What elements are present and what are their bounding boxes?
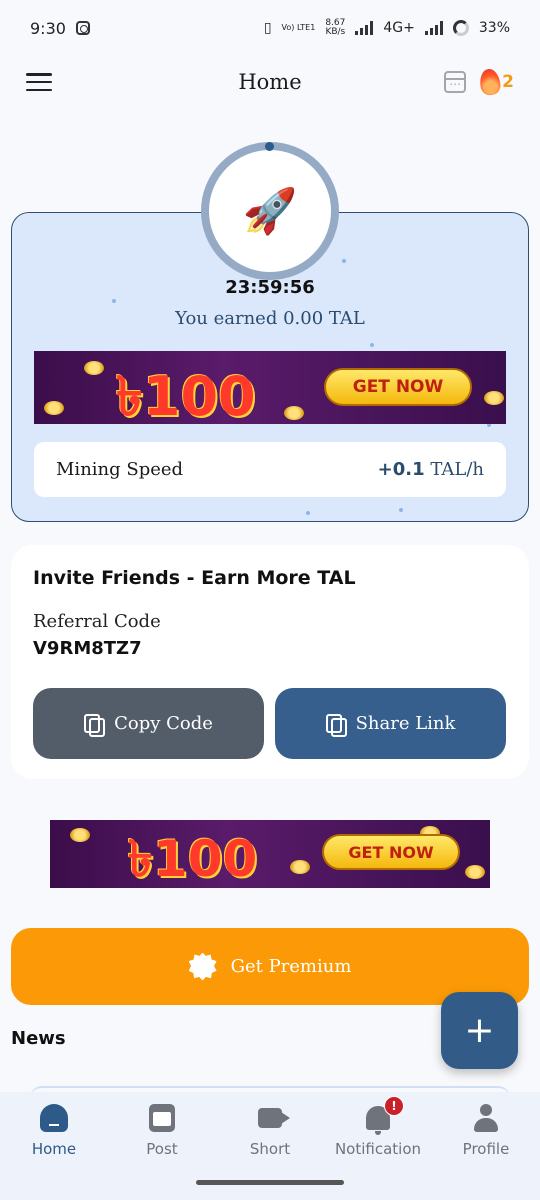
timer-progress-dot [265,142,274,151]
header-actions: 2 [444,67,514,97]
mining-speed-number: +0.1 [377,459,425,480]
plus-icon: + [464,1010,495,1051]
share-link-label: Share Link [355,713,456,734]
nav-icon-wrap [40,1102,68,1134]
ad-banner-bottom[interactable]: ৳100 GET NOW [50,820,490,888]
mining-speed-label: Mining Speed [56,459,184,480]
referral-label: Referral Code [33,611,161,632]
status-time: 9:30 [30,18,66,38]
ad-cta-button[interactable]: GET NOW [322,834,460,870]
invite-title: Invite Friends - Earn More TAL [33,567,356,589]
video-icon [258,1108,290,1128]
status-right: ▯ Vo) LTE1 8.67 KB/s 4G+ 33% [264,19,510,37]
signal-icon-2 [424,21,443,35]
coin-icon [290,860,310,874]
ad-amount: ৳100 [116,365,256,424]
copy-icon [325,713,347,737]
coin-icon [465,865,485,879]
calendar-icon[interactable] [444,71,467,93]
nav-icon-wrap: ! [366,1096,404,1135]
get-premium-label: Get Premium [230,956,352,977]
decor-dot [370,343,374,347]
earned-text: You earned 0.00 TAL [175,308,365,329]
vibrate-icon: ▯ [263,20,272,36]
notification-badge: ! [384,1096,404,1116]
home-indicator[interactable] [196,1180,344,1185]
post-icon [149,1104,175,1132]
ad-amount: ৳100 [128,830,258,888]
nav-icon-wrap [473,1102,499,1134]
network-speed-unit: KB/s [325,27,346,37]
instagram-icon [75,21,90,35]
coin-icon [484,391,504,405]
news-title: News [11,1028,66,1049]
premium-badge-icon [188,952,217,981]
menu-icon[interactable] [26,73,52,91]
mining-speed-unit: TAL/h [430,459,484,480]
copy-code-button[interactable]: Copy Code [33,688,264,759]
decor-dot [342,259,346,263]
network-speed: 8.67 KB/s [325,19,345,37]
invite-card: Invite Friends - Earn More TAL Referral … [11,545,529,779]
coin-icon [44,401,64,415]
coin-icon [284,406,304,420]
mining-speed-value: +0.1 TAL/h [378,459,484,480]
streak-count: 2 [502,72,514,92]
nav-item-home[interactable]: Home [0,1092,108,1200]
copy-icon [84,713,106,737]
profile-icon [473,1104,499,1132]
status-bar: 9:30 ▯ Vo) LTE1 8.67 KB/s 4G+ 33% [0,0,540,56]
nav-label-home: Home [31,1140,77,1158]
decor-dot [306,511,310,515]
volte-tag: Vo) LTE1 [281,23,316,32]
ad-banner-top[interactable]: ৳100 GET NOW [34,351,506,424]
nav-label-post: Post [146,1140,178,1158]
mining-speed-box: Mining Speed +0.1 TAL/h [34,442,506,497]
nav-icon-wrap [258,1102,290,1134]
rocket-icon: 🚀 [242,186,298,237]
share-link-button[interactable]: Share Link [275,688,506,759]
battery-icon [452,20,469,36]
coin-icon [70,828,90,842]
decor-dot [399,508,403,512]
battery-level: 33% [478,20,510,36]
decor-dot [112,299,116,303]
copy-code-label: Copy Code [114,713,213,734]
mining-timer: 23:59:56 [225,277,315,298]
streak-button[interactable]: 2 [478,67,514,97]
nav-icon-wrap [149,1102,175,1134]
create-fab-button[interactable]: + [441,992,518,1069]
app-header: Home 2 [0,56,540,108]
mining-timer-ring[interactable]: 🚀 [201,142,339,280]
coin-icon [84,361,104,375]
fire-icon [478,67,502,97]
nav-label-notification: Notification [334,1140,422,1158]
network-type: 4G+ [383,20,415,36]
ad-cta-button[interactable]: GET NOW [324,368,472,406]
signal-icon [355,21,374,35]
nav-label-short: Short [249,1140,291,1158]
referral-code: V9RM8TZ7 [33,638,142,659]
nav-item-profile[interactable]: Profile [432,1092,540,1200]
status-left: 9:30 [30,19,90,38]
home-icon [40,1104,68,1132]
nav-label-profile: Profile [462,1140,510,1158]
